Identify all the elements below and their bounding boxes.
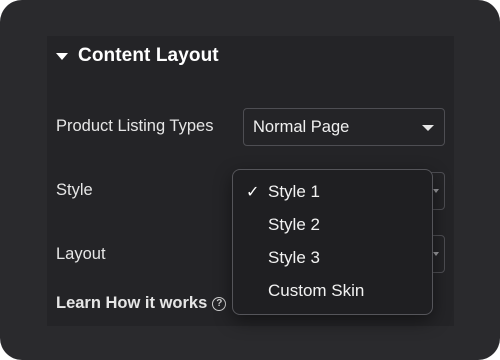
editor-window: Content Layout Product Listing Types Nor… [0,0,500,360]
menu-item-label: Style 2 [268,214,320,234]
menu-item-style-2[interactable]: Style 2 [233,208,432,241]
product-listing-types-label: Product Listing Types [56,117,214,135]
section-toggle-content-layout[interactable]: Content Layout [56,41,219,71]
caret-down-icon [56,52,68,60]
menu-item-style-1[interactable]: ✓ Style 1 [233,175,432,208]
product-listing-types-select[interactable]: Normal Page [243,108,445,146]
menu-item-style-3[interactable]: Style 3 [233,241,432,274]
menu-item-label: Style 3 [268,247,320,267]
learn-how-text: Learn How it works [56,294,208,312]
learn-how-link[interactable]: Learn How it works ? [56,294,227,313]
chevron-down-icon [422,125,434,131]
layout-label: Layout [56,245,106,263]
chevron-down-icon [433,189,439,193]
style-label: Style [56,181,93,199]
help-icon[interactable]: ? [212,296,227,311]
menu-item-label: Custom Skin [268,280,365,300]
product-listing-types-value: Normal Page [253,117,350,136]
menu-item-custom-skin[interactable]: Custom Skin [233,274,432,307]
style-dropdown-menu: ✓ Style 1 Style 2 Style 3 Custom Skin [232,169,433,315]
section-title: Content Layout [78,45,219,66]
chevron-down-icon [433,252,439,256]
checkmark-icon: ✓ [246,184,260,201]
menu-item-label: Style 1 [268,181,320,201]
